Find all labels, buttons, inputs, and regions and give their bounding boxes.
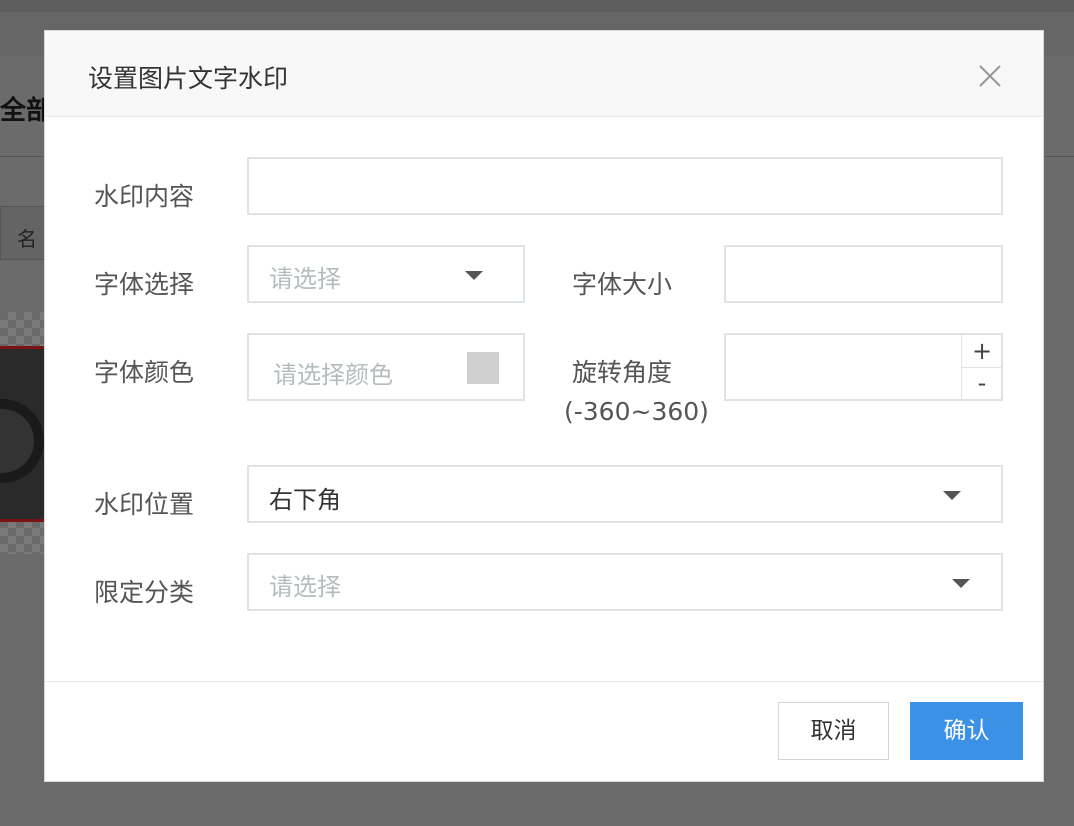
dialog-title: 设置图片文字水印 xyxy=(88,64,289,93)
category-dropdown[interactable]: 请选择 xyxy=(247,553,1003,611)
footer-divider xyxy=(45,681,1043,682)
font-size-label: 字体大小 xyxy=(572,270,673,299)
wheel-graphic xyxy=(0,399,44,483)
font-select-dropdown[interactable]: 请选择 xyxy=(247,245,525,303)
caret-down-icon xyxy=(465,271,483,280)
font-size-input[interactable] xyxy=(724,245,1003,303)
caret-down-icon xyxy=(952,579,970,588)
category-label: 限定分类 xyxy=(94,578,195,607)
background-topbar xyxy=(0,0,1074,12)
watermark-position-dropdown[interactable]: 右下角 xyxy=(247,465,1003,523)
watermark-dialog: 设置图片文字水印 水印内容 字体选择 请选择 字体大小 字体颜色 请选择颜色 旋… xyxy=(44,30,1044,782)
background-tab-label: 名 xyxy=(17,227,37,251)
category-placeholder: 请选择 xyxy=(269,573,341,601)
color-swatch[interactable] xyxy=(467,352,499,384)
caret-down-icon xyxy=(943,491,961,500)
font-select-placeholder: 请选择 xyxy=(269,265,341,293)
font-color-picker[interactable]: 请选择颜色 xyxy=(247,333,525,401)
font-color-label: 字体颜色 xyxy=(94,358,195,387)
watermark-position-label: 水印位置 xyxy=(94,490,195,519)
close-icon[interactable] xyxy=(975,61,1005,91)
rotation-stepper[interactable]: + - xyxy=(724,333,1003,401)
rotation-range-label: (-360~360) xyxy=(564,397,709,426)
font-color-placeholder: 请选择颜色 xyxy=(273,361,393,389)
increment-button[interactable]: + xyxy=(962,335,1002,367)
confirm-button[interactable]: 确认 xyxy=(910,702,1023,760)
watermark-position-value: 右下角 xyxy=(269,486,341,514)
background-thumbnail-image xyxy=(0,346,46,522)
cancel-button[interactable]: 取消 xyxy=(778,702,889,760)
watermark-content-label: 水印内容 xyxy=(94,182,195,211)
font-select-label: 字体选择 xyxy=(94,270,195,299)
dialog-header: 设置图片文字水印 xyxy=(45,31,1043,117)
decrement-button[interactable]: - xyxy=(962,367,1002,399)
rotation-label: 旋转角度 xyxy=(572,358,673,387)
watermark-content-input[interactable] xyxy=(247,157,1003,215)
